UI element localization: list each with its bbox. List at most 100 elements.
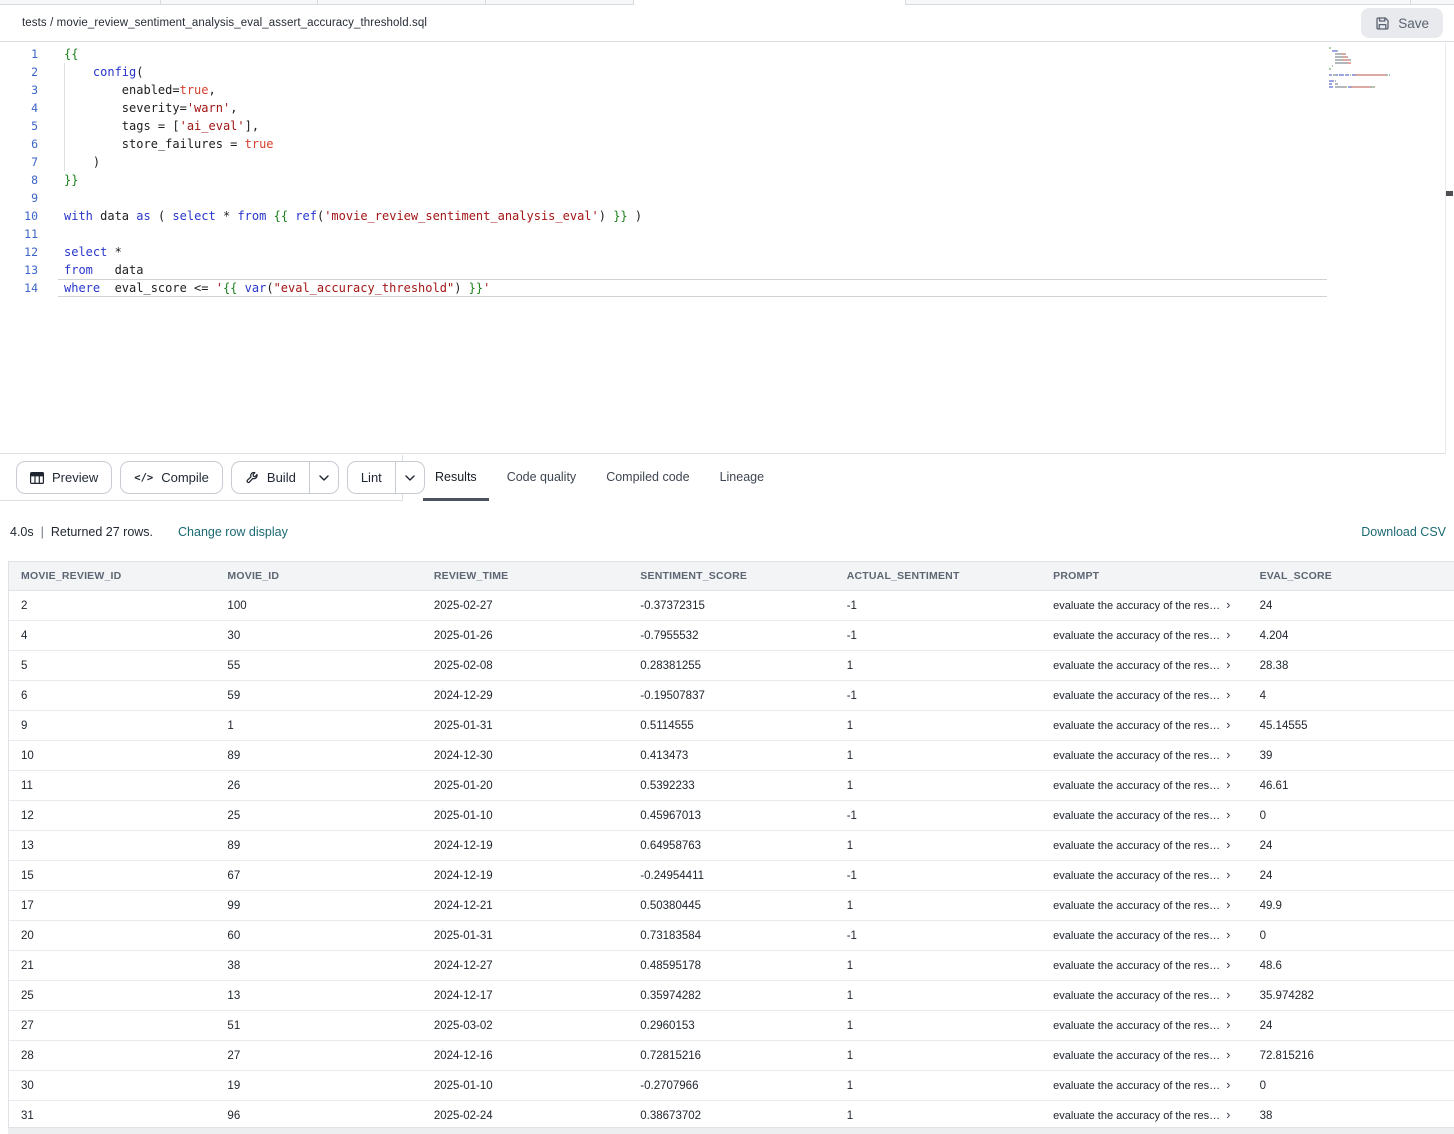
table-row[interactable]: 12252025-01-100.45967013-1evaluate the a… (9, 801, 1454, 831)
table-row[interactable]: 28272024-12-160.728152161evaluate the ac… (9, 1041, 1454, 1071)
table-cell: 2025-01-20 (422, 780, 628, 792)
expand-chevron-icon[interactable]: › (1226, 869, 1230, 881)
prompt-cell[interactable]: evaluate the accuracy of the res…› (1041, 899, 1247, 912)
lint-button[interactable]: Lint (348, 462, 395, 493)
horizontal-scrollbar[interactable] (8, 1127, 1454, 1134)
code-line[interactable]: 3 enabled=true, (0, 81, 1454, 99)
preview-button[interactable]: Preview (16, 461, 112, 494)
expand-chevron-icon[interactable]: › (1226, 719, 1230, 731)
prompt-cell[interactable]: evaluate the accuracy of the res…› (1041, 959, 1247, 972)
build-button[interactable]: Build (232, 462, 309, 493)
download-csv-link[interactable]: Download CSV (1361, 525, 1446, 539)
expand-chevron-icon[interactable]: › (1226, 1079, 1230, 1091)
table-row[interactable]: 25132024-12-170.359742821evaluate the ac… (9, 981, 1454, 1011)
expand-chevron-icon[interactable]: › (1226, 959, 1230, 971)
minimap[interactable] (1329, 47, 1441, 89)
code-line[interactable]: 11 (0, 225, 1454, 243)
table-cell: 15 (9, 870, 215, 882)
code-line[interactable]: 14where eval_score <= '{{ var("eval_accu… (0, 279, 1454, 297)
prompt-cell[interactable]: evaluate the accuracy of the res…› (1041, 1109, 1247, 1122)
prompt-cell[interactable]: evaluate the accuracy of the res…› (1041, 839, 1247, 852)
expand-chevron-icon[interactable]: › (1226, 839, 1230, 851)
table-cell: 24 (1248, 600, 1454, 612)
prompt-cell[interactable]: evaluate the accuracy of the res…› (1041, 689, 1247, 702)
code-line[interactable]: 7 ) (0, 153, 1454, 171)
expand-chevron-icon[interactable]: › (1226, 629, 1230, 641)
table-row[interactable]: 30192025-01-10-0.27079661evaluate the ac… (9, 1071, 1454, 1101)
column-header[interactable]: ACTUAL_SENTIMENT (835, 570, 1041, 582)
prompt-cell[interactable]: evaluate the accuracy of the res…› (1041, 809, 1247, 822)
prompt-preview-text: evaluate the accuracy of the res… (1053, 1020, 1220, 1032)
prompt-cell[interactable]: evaluate the accuracy of the res… › (1041, 1019, 1247, 1032)
code-line[interactable]: 9 (0, 189, 1454, 207)
save-button[interactable]: Save (1361, 8, 1443, 38)
code-line[interactable]: 5 tags = ['ai_eval'], (0, 117, 1454, 135)
column-header[interactable]: REVIEW_TIME (422, 570, 628, 582)
breadcrumb[interactable]: tests / movie_review_sentiment_analysis_… (22, 17, 427, 29)
table-row[interactable]: 17992024-12-210.503804451evaluate the ac… (9, 891, 1454, 921)
tab-compiled-code[interactable]: Compiled code (594, 455, 701, 501)
expand-chevron-icon[interactable]: › (1226, 989, 1230, 1001)
code-line[interactable]: 10with data as ( select * from {{ ref('m… (0, 207, 1454, 225)
prompt-cell[interactable]: evaluate the accuracy of the res…› (1041, 989, 1247, 1002)
table-cell: 1 (835, 840, 1041, 852)
expand-chevron-icon[interactable]: › (1226, 779, 1230, 791)
table-row[interactable]: 912025-01-310.51145551evaluate the accur… (9, 711, 1454, 741)
expand-chevron-icon[interactable]: › (1226, 1049, 1230, 1061)
table-row[interactable]: 21382024-12-270.485951781evaluate the ac… (9, 951, 1454, 981)
table-row[interactable]: 6592024-12-29-0.19507837-1evaluate the a… (9, 681, 1454, 711)
expand-chevron-icon[interactable]: › (1226, 749, 1230, 761)
build-dropdown-button[interactable] (309, 462, 338, 493)
prompt-cell[interactable]: evaluate the accuracy of the res…› (1041, 1079, 1247, 1092)
column-header[interactable]: MOVIE_ID (215, 570, 421, 582)
prompt-cell[interactable]: evaluate the accuracy of the res…› (1041, 599, 1247, 612)
table-row[interactable]: 21002025-02-27-0.37372315-1evaluate the … (9, 591, 1454, 621)
expand-chevron-icon[interactable]: › (1226, 599, 1230, 611)
code-line[interactable]: 8}} (0, 171, 1454, 189)
table-row[interactable]: 13892024-12-190.649587631evaluate the ac… (9, 831, 1454, 861)
table-row[interactable]: 11262025-01-200.53922331evaluate the acc… (9, 771, 1454, 801)
table-row[interactable]: 20602025-01-310.73183584-1evaluate the a… (9, 921, 1454, 951)
expand-chevron-icon[interactable]: › (1226, 899, 1230, 911)
compile-button[interactable]: </> Compile (120, 461, 223, 494)
expand-chevron-icon[interactable]: › (1226, 809, 1230, 821)
prompt-cell[interactable]: evaluate the accuracy of the res…› (1041, 1049, 1247, 1062)
table-row[interactable]: 10892024-12-300.4134731evaluate the accu… (9, 741, 1454, 771)
code-line-content: severity='warn', (38, 99, 237, 117)
editor-scrollbar[interactable] (1445, 43, 1454, 454)
code-lines[interactable]: 1{{2 config(3 enabled=true,4 severity='w… (0, 43, 1454, 297)
table-row[interactable]: 27512025-03-020.29601531evaluate the acc… (9, 1011, 1454, 1041)
tab-results[interactable]: Results (423, 455, 489, 501)
column-header[interactable]: MOVIE_REVIEW_ID (9, 570, 215, 582)
expand-chevron-icon[interactable]: › (1226, 929, 1230, 941)
code-editor[interactable]: 1{{2 config(3 enabled=true,4 severity='w… (0, 43, 1454, 454)
expand-chevron-icon[interactable]: › (1226, 659, 1230, 671)
prompt-cell[interactable]: evaluate the accuracy of the res…› (1041, 719, 1247, 732)
table-row[interactable]: 4302025-01-26-0.7955532-1evaluate the ac… (9, 621, 1454, 651)
prompt-cell[interactable]: evaluate the accuracy of the res…› (1041, 869, 1247, 882)
code-line[interactable]: 1{{ (0, 45, 1454, 63)
tab-code-quality[interactable]: Code quality (495, 455, 589, 501)
prompt-cell[interactable]: evaluate the accuracy of the res…› (1041, 749, 1247, 762)
prompt-cell[interactable]: evaluate the accuracy of the res…› (1041, 929, 1247, 942)
expand-chevron-icon[interactable]: › (1226, 689, 1230, 701)
table-row[interactable]: 5552025-02-080.283812551evaluate the acc… (9, 651, 1454, 681)
expand-chevron-icon[interactable]: › (1226, 1109, 1230, 1121)
prompt-cell[interactable]: evaluate the accuracy of the res…› (1041, 659, 1247, 672)
column-header[interactable]: PROMPT (1041, 570, 1247, 582)
code-line[interactable]: 4 severity='warn', (0, 99, 1454, 117)
column-header[interactable]: SENTIMENT_SCORE (628, 570, 834, 582)
expand-chevron-icon[interactable]: › (1226, 1019, 1230, 1031)
column-header[interactable]: EVAL_SCORE (1248, 570, 1454, 582)
prompt-cell[interactable]: evaluate the accuracy of the res…› (1041, 779, 1247, 792)
code-line[interactable]: 2 config( (0, 63, 1454, 81)
separator: | (41, 525, 44, 539)
code-line[interactable]: 12select * (0, 243, 1454, 261)
tab-lineage[interactable]: Lineage (708, 455, 777, 501)
table-row[interactable]: 15672024-12-19-0.24954411-1evaluate the … (9, 861, 1454, 891)
change-row-display-link[interactable]: Change row display (178, 525, 288, 539)
table-cell: 27 (215, 1050, 421, 1062)
code-line[interactable]: 6 store_failures = true (0, 135, 1454, 153)
prompt-cell[interactable]: evaluate the accuracy of the res…› (1041, 629, 1247, 642)
code-line[interactable]: 13from data (0, 261, 1454, 279)
